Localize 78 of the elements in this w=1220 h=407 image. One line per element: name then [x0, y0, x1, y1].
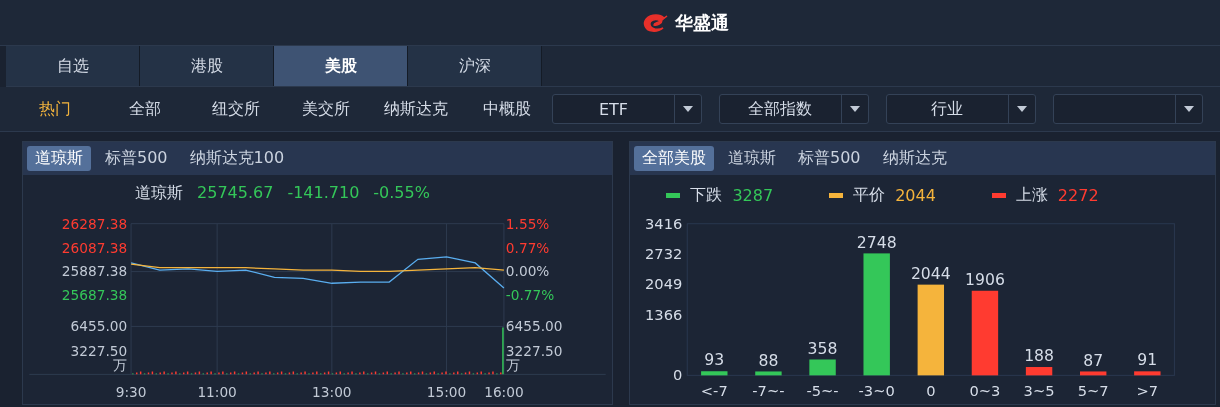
index-tab[interactable]: 标普500	[97, 146, 176, 172]
x-axis-label: 3~5	[1023, 382, 1055, 400]
bar-value-label: 358	[807, 338, 838, 358]
axis-label: 25687.38	[61, 287, 128, 304]
bar-value-label: 91	[1137, 350, 1158, 370]
market-tab[interactable]: 美股	[274, 46, 408, 86]
caret-icon	[849, 106, 860, 112]
time-label: 9:30	[115, 384, 147, 401]
index-tab[interactable]: 纳斯达克100	[181, 146, 293, 172]
axis-label: 1.55%	[505, 215, 550, 232]
legend-count: 3287	[732, 186, 774, 206]
axis-label: 6455.00	[70, 318, 128, 335]
index-name: 道琼斯	[135, 183, 184, 205]
axis-label: 万	[113, 357, 128, 374]
category-link[interactable]: 全部	[100, 98, 191, 120]
bar-value-label: 93	[704, 350, 725, 370]
axis-label: 25887.38	[61, 263, 128, 280]
axis-label: 万	[505, 357, 520, 374]
time-label: 16:00	[484, 384, 524, 401]
bar-value-label: 1906	[965, 270, 1005, 290]
legend-label: 下跌	[690, 185, 723, 207]
time-label: 15:00	[426, 384, 467, 401]
market-tab[interactable]: 港股	[140, 46, 274, 86]
category-link[interactable]: 热门	[10, 98, 101, 120]
index-percent: -0.55%	[373, 183, 430, 205]
category-dropdown[interactable]	[1052, 94, 1203, 124]
x-axis-label: -5~-	[806, 382, 839, 400]
index-tab[interactable]: 标普500	[790, 146, 869, 172]
category-link[interactable]: 美交所	[281, 98, 372, 120]
category-link[interactable]: 纳斯达克	[371, 98, 462, 120]
legend-label: 上涨	[1015, 185, 1048, 207]
axis-label: 26287.38	[61, 215, 128, 232]
category-link[interactable]: 中概股	[461, 98, 552, 120]
caret-icon	[1183, 106, 1194, 112]
index-price: 25745.67	[197, 183, 274, 205]
y-axis-label: 3416	[645, 214, 683, 232]
bar-value-label: 2748	[856, 232, 897, 252]
axis-label: 26087.38	[61, 239, 128, 256]
y-axis-label: 2049	[645, 275, 683, 293]
market-tab[interactable]: 自选	[6, 46, 140, 86]
index-tab[interactable]: 全部美股	[634, 146, 714, 172]
x-axis-label: >7	[1136, 382, 1159, 400]
index-tab[interactable]: 纳斯达克	[874, 146, 955, 172]
bar-value-label: 87	[1083, 350, 1104, 370]
y-axis-label: 1366	[645, 305, 683, 323]
x-axis-label: 0~3	[969, 382, 1001, 400]
axis-label: 6455.00	[505, 318, 563, 335]
time-label: 13:00	[312, 384, 352, 401]
legend-count: 2272	[1057, 186, 1099, 206]
legend-count: 2044	[895, 186, 936, 206]
category-dropdown[interactable]: 全部指数	[718, 94, 869, 124]
axis-label: 3227.50	[505, 343, 563, 360]
bar-value-label: 88	[758, 350, 779, 370]
y-axis-label: 2732	[645, 245, 683, 263]
x-axis-label: <-7	[700, 382, 728, 400]
category-dropdown[interactable]: 行业	[885, 94, 1036, 124]
time-label: 11:00	[197, 384, 237, 401]
legend-label: 平价	[853, 185, 886, 207]
axis-label: 3227.50	[70, 343, 128, 360]
caret-icon	[682, 106, 693, 112]
y-axis-label: 0	[673, 366, 683, 384]
caret-icon	[1016, 106, 1027, 112]
index-tab[interactable]: 道琼斯	[720, 146, 784, 172]
x-axis-label: -7~-	[752, 382, 785, 400]
bar-value-label: 2044	[910, 264, 951, 284]
x-axis-label: 5~7	[1077, 382, 1109, 400]
bar-value-label: 188	[1024, 346, 1054, 366]
axis-label: 0.00%	[505, 263, 550, 280]
x-axis-label: 0	[926, 382, 936, 400]
category-dropdown[interactable]: ETF	[551, 94, 702, 124]
index-tab[interactable]: 道琼斯	[27, 146, 91, 172]
axis-label: -0.77%	[505, 287, 555, 304]
x-axis-label: -3~0	[858, 382, 895, 400]
index-change: -141.710	[287, 183, 360, 205]
market-tab[interactable]: 沪深	[408, 46, 542, 86]
axis-label: 0.77%	[505, 239, 550, 256]
app-logo-text: 华盛通	[675, 10, 729, 35]
category-link[interactable]: 纽交所	[190, 98, 281, 120]
